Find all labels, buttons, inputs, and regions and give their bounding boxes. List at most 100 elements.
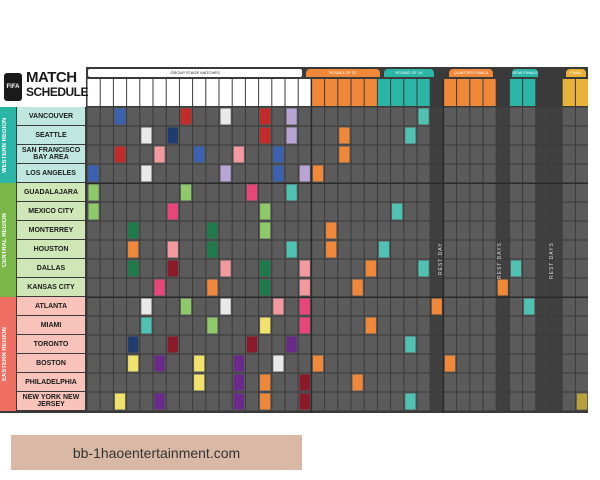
quarter-finals-header: QUARTER-FINALS bbox=[449, 69, 493, 77]
match-chip bbox=[273, 146, 284, 163]
schedule-cell bbox=[166, 392, 179, 411]
schedule-cell bbox=[457, 297, 470, 316]
schedule-cell bbox=[562, 202, 575, 221]
schedule-cell bbox=[206, 183, 219, 202]
schedule-cell bbox=[470, 392, 483, 411]
schedule-cell bbox=[536, 164, 549, 183]
match-chip bbox=[114, 393, 126, 410]
group-stage-header: GROUP STAGE MATCHES bbox=[88, 69, 302, 77]
schedule-cell bbox=[430, 335, 443, 354]
schedule-cell bbox=[470, 335, 483, 354]
schedule-cell bbox=[179, 221, 193, 240]
schedule-cell bbox=[523, 335, 536, 354]
schedule-cell bbox=[496, 392, 509, 411]
schedule-cell bbox=[325, 183, 338, 202]
schedule-cell bbox=[562, 126, 575, 145]
city-seattle: SEATTLE bbox=[17, 126, 85, 144]
match-chip bbox=[273, 165, 284, 182]
schedule-cell bbox=[127, 278, 140, 297]
schedule-cell bbox=[272, 107, 285, 126]
match-chip bbox=[207, 241, 218, 258]
schedule-cell bbox=[509, 335, 523, 354]
date-header-cell bbox=[232, 79, 245, 106]
date-header-cell bbox=[351, 79, 364, 106]
schedule-cell bbox=[562, 107, 575, 126]
schedule-cell bbox=[166, 107, 179, 126]
match-chip bbox=[299, 298, 310, 315]
schedule-cell bbox=[562, 335, 575, 354]
schedule-cell bbox=[285, 392, 298, 411]
date-header-cell bbox=[206, 79, 219, 106]
match-chip bbox=[207, 317, 218, 334]
schedule-cell bbox=[509, 278, 523, 297]
schedule-cell bbox=[523, 373, 536, 392]
schedule-cell bbox=[483, 259, 496, 278]
schedule-cell bbox=[127, 126, 140, 145]
schedule-cell bbox=[285, 373, 298, 392]
match-chip bbox=[392, 203, 403, 220]
schedule-cell bbox=[496, 145, 509, 164]
schedule-cell bbox=[523, 316, 536, 335]
schedule-cell bbox=[311, 335, 325, 354]
schedule-cell bbox=[483, 278, 496, 297]
schedule-cell bbox=[338, 107, 351, 126]
match-chip bbox=[286, 127, 297, 144]
schedule-cell bbox=[575, 259, 588, 278]
schedule-cell bbox=[272, 373, 285, 392]
match-chip bbox=[299, 393, 310, 410]
schedule-cell bbox=[470, 202, 483, 221]
schedule-cell bbox=[470, 297, 483, 316]
schedule-cell bbox=[87, 240, 100, 259]
match-chip bbox=[220, 165, 231, 182]
schedule-cell bbox=[298, 240, 311, 259]
schedule-cell bbox=[536, 183, 549, 202]
schedule-cell bbox=[404, 145, 417, 164]
schedule-cell bbox=[113, 126, 127, 145]
schedule-cell bbox=[509, 221, 523, 240]
round-of-32-header: ROUND OF 32 bbox=[306, 69, 380, 77]
schedule-cell bbox=[219, 202, 232, 221]
schedule-cell bbox=[523, 164, 536, 183]
rest-days-label-2: REST DAYS bbox=[549, 242, 555, 279]
schedule-cell bbox=[575, 164, 588, 183]
schedule-cell bbox=[364, 145, 377, 164]
schedule-cell bbox=[153, 107, 166, 126]
schedule-cell bbox=[193, 183, 206, 202]
schedule-cell bbox=[457, 202, 470, 221]
schedule-cell bbox=[457, 107, 470, 126]
match-chip bbox=[180, 108, 192, 125]
schedule-cell bbox=[364, 354, 377, 373]
schedule-cell bbox=[193, 202, 206, 221]
schedule-cell bbox=[140, 354, 153, 373]
schedule-cell bbox=[377, 335, 391, 354]
schedule-cell bbox=[193, 316, 206, 335]
schedule-cell bbox=[100, 240, 113, 259]
schedule-cell bbox=[536, 373, 549, 392]
schedule-cell bbox=[483, 202, 496, 221]
schedule-cell bbox=[377, 297, 391, 316]
match-chip bbox=[260, 374, 271, 391]
schedule-cell bbox=[536, 392, 549, 411]
schedule-cell bbox=[496, 183, 509, 202]
schedule-cell bbox=[391, 316, 404, 335]
match-chip bbox=[286, 336, 297, 353]
schedule-cell bbox=[470, 221, 483, 240]
schedule-cell bbox=[575, 107, 588, 126]
schedule-cell bbox=[87, 259, 100, 278]
schedule-cell bbox=[404, 297, 417, 316]
schedule-cell bbox=[87, 297, 100, 316]
schedule-cell bbox=[272, 278, 285, 297]
schedule-cell bbox=[338, 259, 351, 278]
schedule-cell bbox=[364, 297, 377, 316]
schedule-cell bbox=[298, 126, 311, 145]
schedule-cell bbox=[311, 107, 325, 126]
schedule-cell bbox=[113, 297, 127, 316]
schedule-cell bbox=[298, 107, 311, 126]
schedule-cell bbox=[140, 202, 153, 221]
phase-separator bbox=[310, 79, 313, 413]
match-chip bbox=[273, 355, 284, 372]
schedule-cell bbox=[127, 373, 140, 392]
schedule-cell bbox=[404, 373, 417, 392]
schedule-cell bbox=[140, 335, 153, 354]
schedule-cell bbox=[87, 278, 100, 297]
